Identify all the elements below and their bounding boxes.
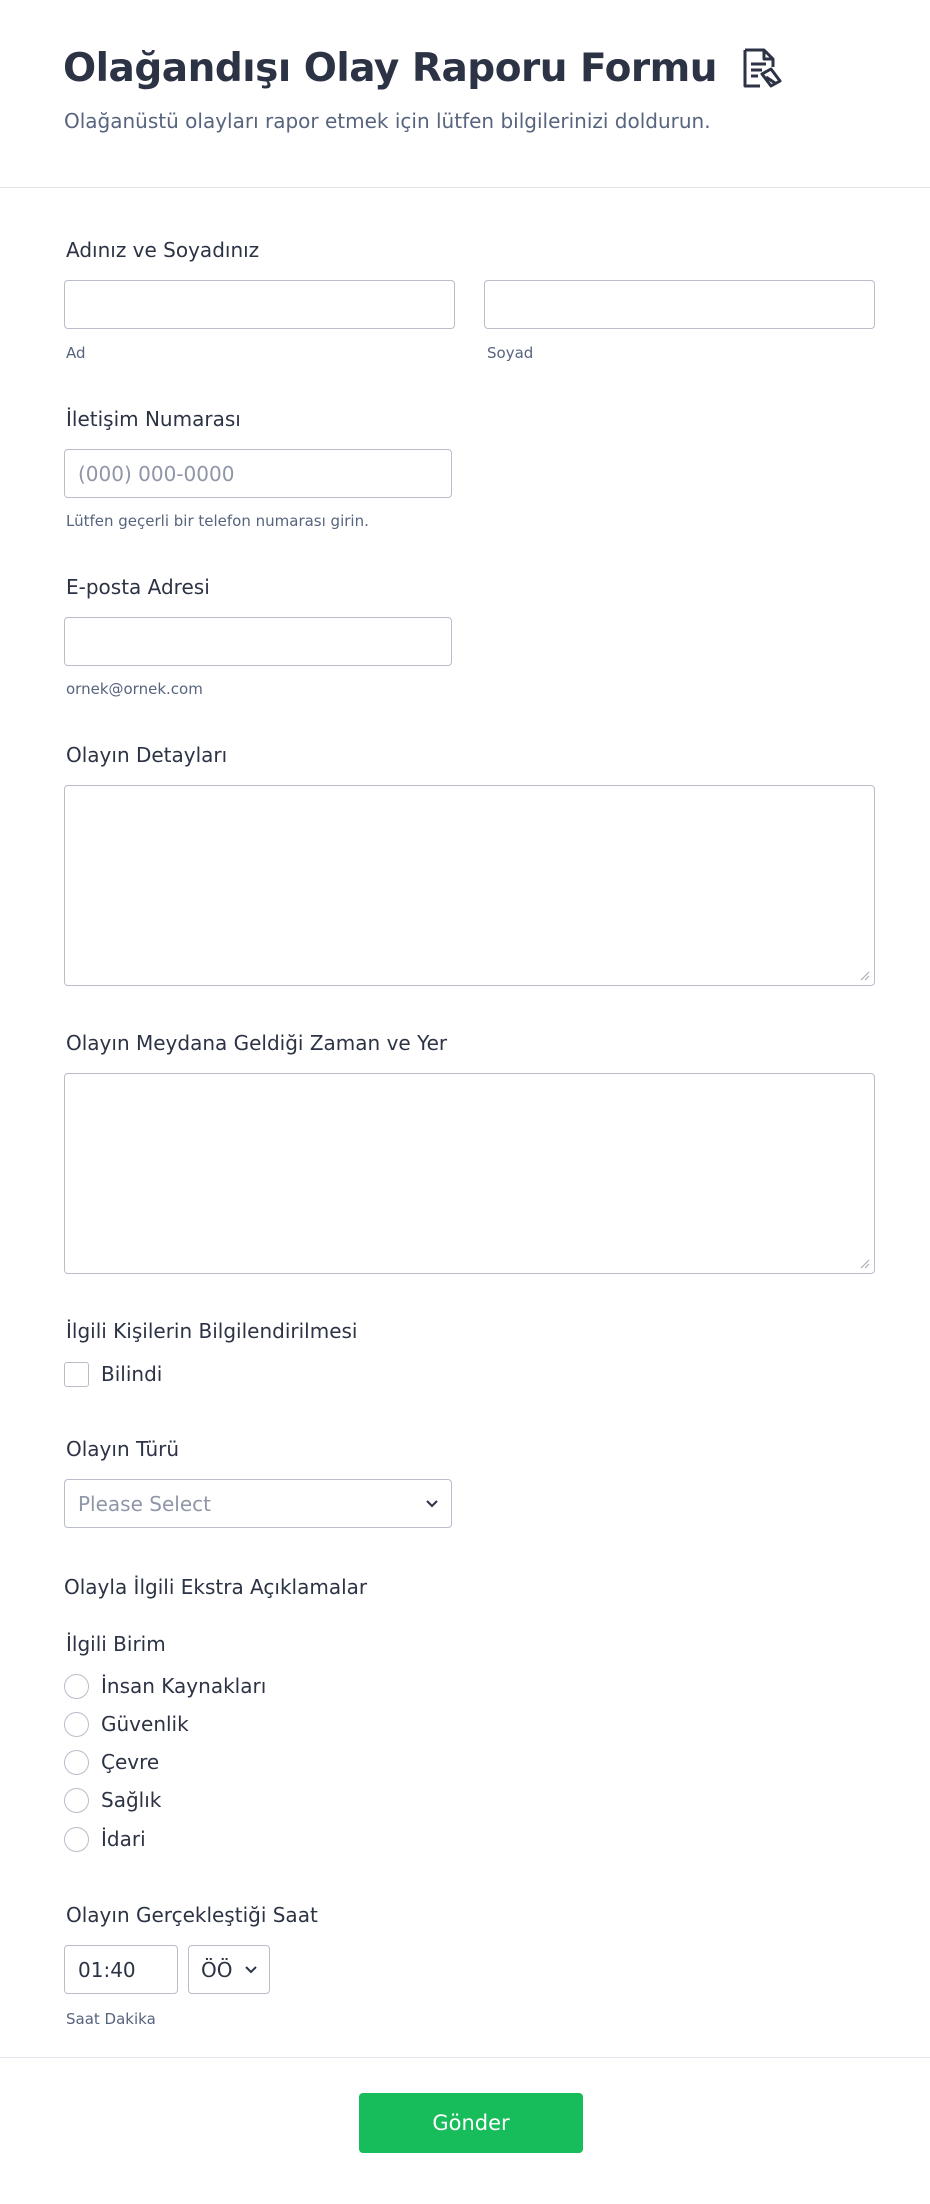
- email-input[interactable]: [64, 617, 452, 666]
- chevron-down-icon: [426, 1500, 438, 1508]
- submit-button[interactable]: Gönder: [359, 2093, 583, 2153]
- time-place-textarea[interactable]: [64, 1073, 875, 1274]
- time-label: Olayın Gerçekleştiği Saat: [66, 1903, 318, 1927]
- page-subtitle: Olağanüstü olayları rapor etmek için lüt…: [64, 109, 711, 133]
- informed-option-label[interactable]: Bilindi: [101, 1362, 162, 1386]
- department-radio-saglik[interactable]: [64, 1788, 89, 1813]
- ampm-select[interactable]: ÖÖ: [188, 1945, 270, 1994]
- department-option-label[interactable]: İdari: [101, 1827, 146, 1851]
- phone-label: İletişim Numarası: [66, 407, 241, 431]
- phone-input[interactable]: [64, 449, 452, 498]
- department-radio-guvenlik[interactable]: [64, 1712, 89, 1737]
- informed-label: İlgili Kişilerin Bilgilendirilmesi: [66, 1319, 358, 1343]
- email-label: E-posta Adresi: [66, 575, 210, 599]
- first-name-sublabel: Ad: [66, 344, 86, 362]
- department-radio-ik[interactable]: [64, 1674, 89, 1699]
- header-divider: [0, 187, 930, 188]
- time-place-label: Olayın Meydana Geldiği Zaman ve Yer: [66, 1031, 448, 1055]
- ampm-value: ÖÖ: [201, 1957, 233, 1982]
- type-select-placeholder: Please Select: [78, 1491, 211, 1516]
- resize-grip-icon[interactable]: [860, 971, 870, 981]
- title-text: Olağandışı Olay Raporu Formu: [63, 46, 718, 91]
- department-option-label[interactable]: Çevre: [101, 1750, 159, 1774]
- extra-description-text: Olayla İlgili Ekstra Açıklamalar: [64, 1575, 368, 1599]
- department-radio-cevre[interactable]: [64, 1750, 89, 1775]
- time-sublabel: Saat Dakika: [66, 2010, 156, 2028]
- chevron-down-icon: [245, 1965, 257, 1973]
- informed-checkbox[interactable]: [64, 1362, 89, 1387]
- document-pen-icon: [740, 47, 782, 99]
- footer-divider: [0, 2057, 930, 2058]
- last-name-sublabel: Soyad: [487, 344, 534, 362]
- name-label: Adınız ve Soyadınız: [66, 238, 260, 262]
- phone-sublabel: Lütfen geçerli bir telefon numarası giri…: [66, 512, 369, 530]
- type-select[interactable]: Please Select: [64, 1479, 452, 1528]
- department-option-label[interactable]: İnsan Kaynakları: [101, 1674, 266, 1698]
- department-radio-idari[interactable]: [64, 1827, 89, 1852]
- type-label: Olayın Türü: [66, 1437, 180, 1461]
- last-name-input[interactable]: [484, 280, 875, 329]
- details-label: Olayın Detayları: [66, 743, 228, 767]
- department-label: İlgili Birim: [66, 1632, 166, 1656]
- details-textarea[interactable]: [64, 785, 875, 986]
- email-sublabel: ornek@ornek.com: [66, 680, 203, 698]
- time-input[interactable]: [64, 1945, 178, 1994]
- first-name-input[interactable]: [64, 280, 455, 329]
- page-title: Olağandışı Olay Raporu Formu: [63, 46, 782, 99]
- resize-grip-icon[interactable]: [860, 1259, 870, 1269]
- department-option-label[interactable]: Güvenlik: [101, 1712, 189, 1736]
- department-option-label[interactable]: Sağlık: [101, 1788, 161, 1812]
